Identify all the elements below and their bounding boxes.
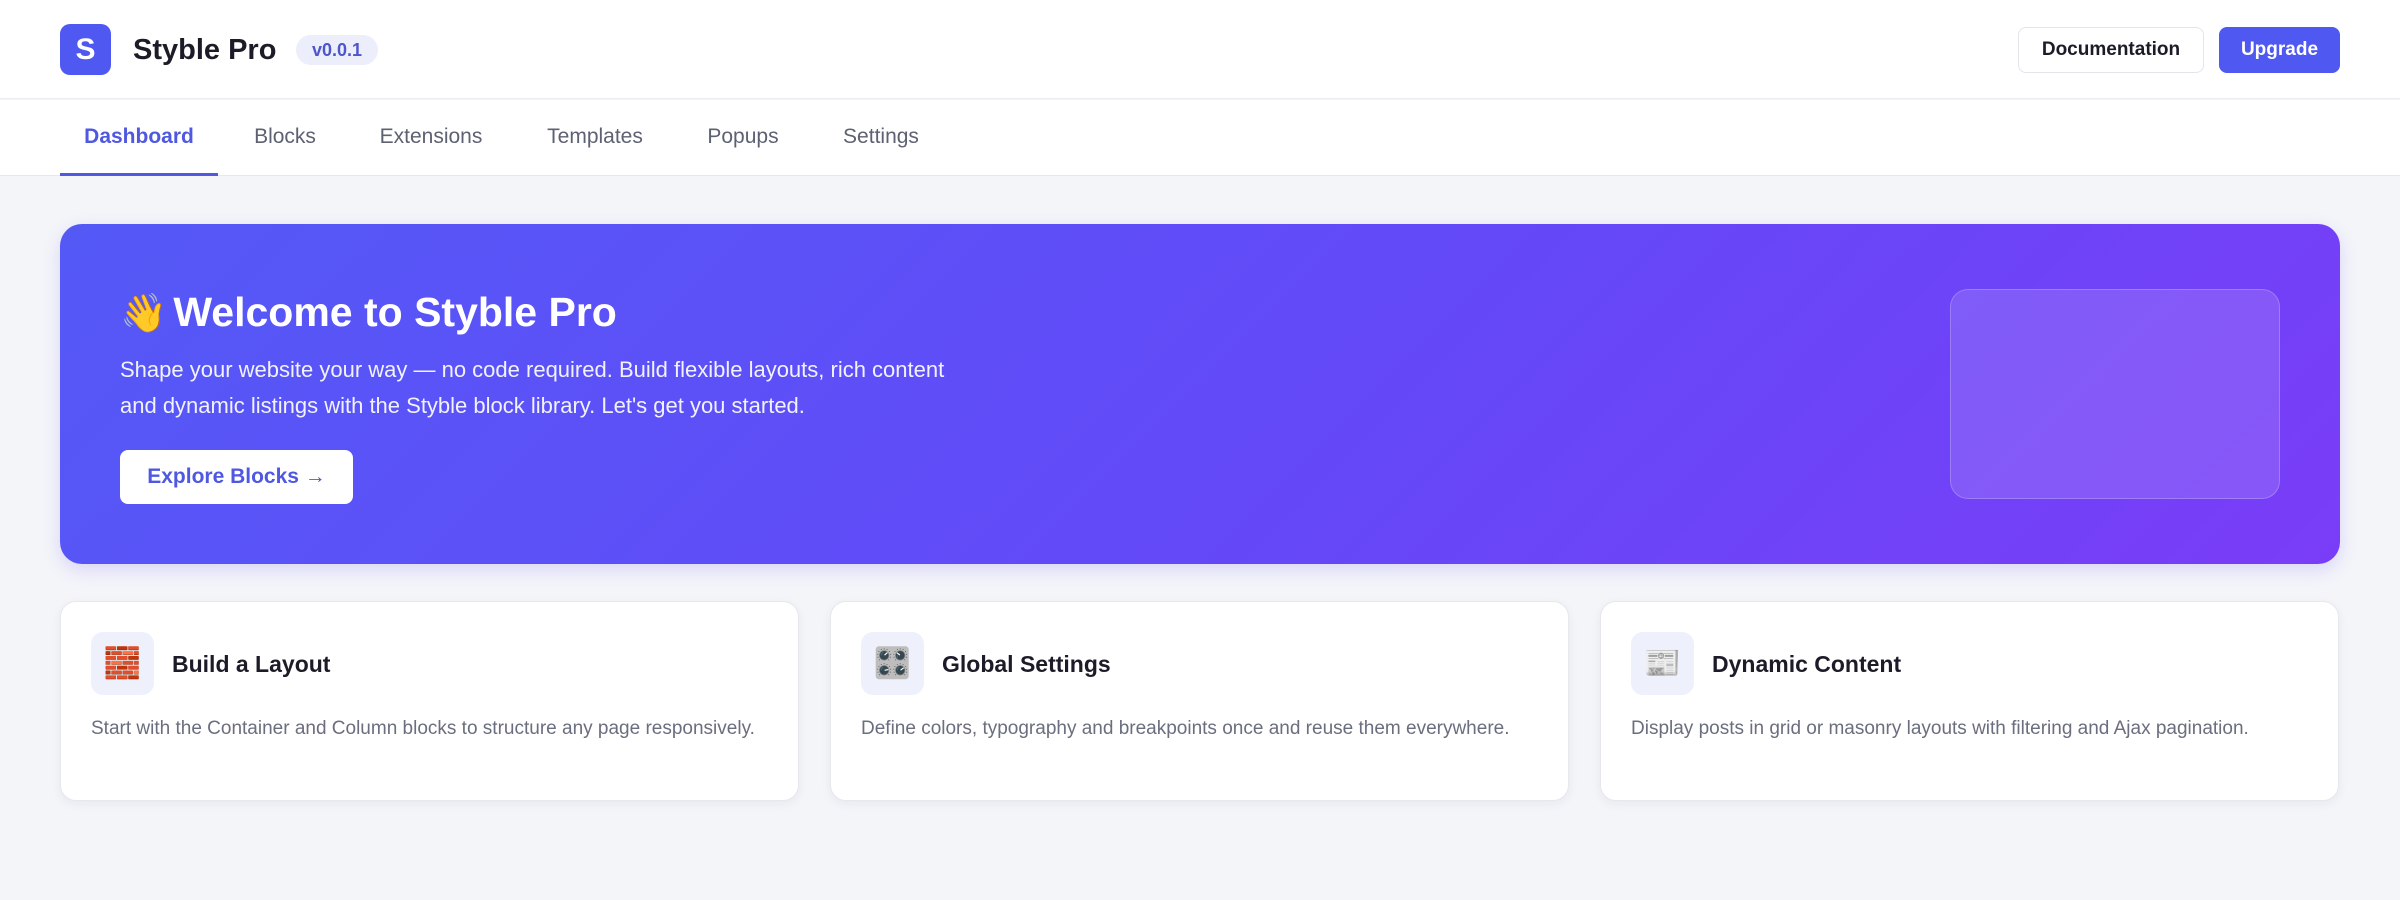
welcome-banner: 👋 Welcome to Styble Pro Shape your websit… (60, 224, 2340, 564)
tab-blocks[interactable]: Blocks (240, 100, 330, 176)
tab-settings[interactable]: Settings (828, 100, 934, 176)
tab-templates[interactable]: Templates (532, 100, 658, 176)
card-dynamic-content[interactable]: 📰 Dynamic Content Display posts in grid … (1600, 601, 2339, 801)
tab-popups[interactable]: Popups (690, 100, 796, 176)
card-description: Define colors, typography and breakpoint… (861, 718, 1510, 739)
card-title: Dynamic Content (1712, 651, 1902, 677)
tab-dashboard[interactable]: Dashboard (60, 100, 218, 176)
card-title: Build a Layout (172, 651, 331, 677)
welcome-description: Shape your website your way — no code re… (120, 357, 945, 418)
welcome-title-text: Welcome to Styble Pro (173, 289, 617, 335)
explore-blocks-button[interactable]: Explore Blocks → (120, 450, 353, 504)
main-tabs: Dashboard Blocks Extensions Templates Po… (0, 100, 2400, 176)
hero-illustration-panel (1950, 289, 2280, 499)
app-title: Styble Pro (133, 34, 277, 66)
control-knobs-icon: 🎛️ (861, 632, 924, 695)
card-description: Display posts in grid or masonry layouts… (1631, 718, 2249, 739)
newspaper-icon: 📰 (1631, 632, 1694, 695)
version-badge: v0.0.1 (296, 35, 379, 65)
welcome-title: 👋 Welcome to Styble Pro (120, 284, 617, 342)
bricks-icon: 🧱 (91, 632, 154, 695)
documentation-button[interactable]: Documentation (2018, 27, 2204, 73)
tab-extensions[interactable]: Extensions (362, 100, 500, 176)
upgrade-button[interactable]: Upgrade (2219, 27, 2340, 73)
card-global-settings[interactable]: 🎛️ Global Settings Define colors, typogr… (830, 601, 1569, 801)
card-description: Start with the Container and Column bloc… (91, 718, 755, 739)
card-build-layout[interactable]: 🧱 Build a Layout Start with the Containe… (60, 601, 799, 801)
top-header: S Styble Pro v0.0.1 Documentation Upgrad… (0, 0, 2400, 99)
app-logo[interactable]: S (60, 24, 111, 75)
card-title: Global Settings (942, 651, 1111, 677)
waving-hand-icon: 👋 (120, 293, 168, 335)
